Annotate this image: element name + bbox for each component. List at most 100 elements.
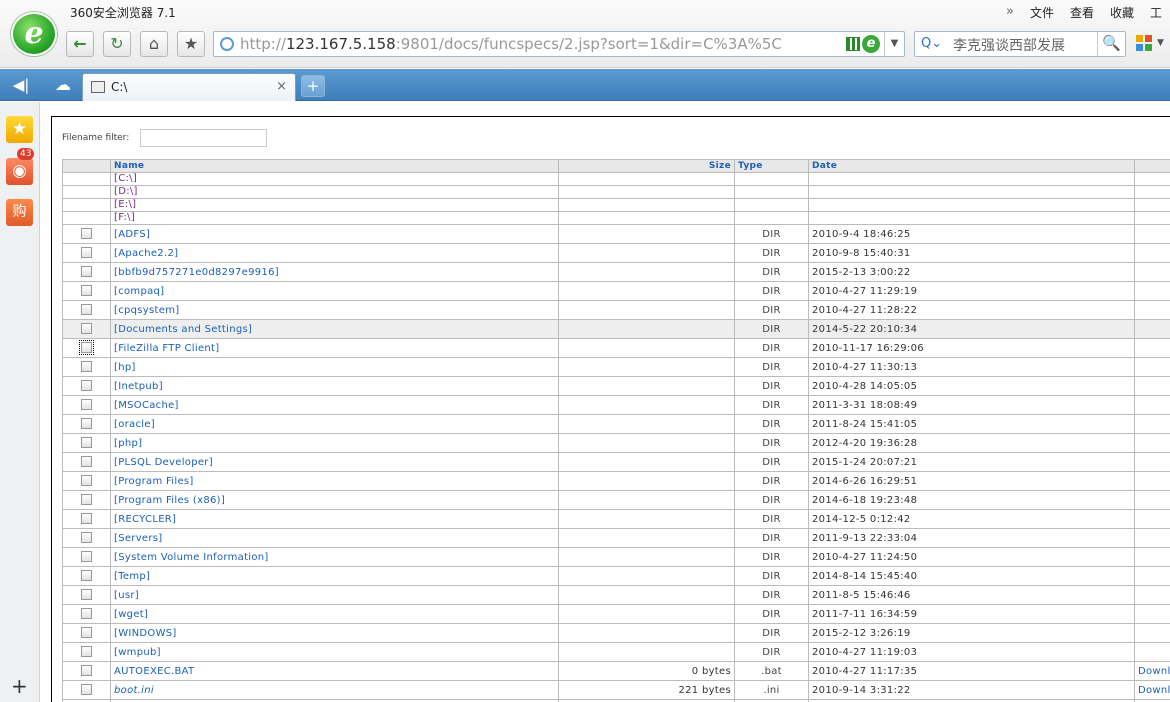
row-checkbox[interactable] [81, 418, 92, 429]
shopping-icon[interactable]: 购 [6, 199, 33, 226]
back-button[interactable]: ← [66, 31, 94, 57]
search-engine-icon[interactable]: Q⌄ [921, 36, 942, 51]
add-favorite-button[interactable]: ★ [177, 31, 205, 57]
table-row[interactable]: [Documents and Settings] DIR 2014-5-22 20:… [62, 319, 1170, 339]
drive-link[interactable]: [C:\] [114, 174, 137, 185]
table-row[interactable]: [hp] DIR 2010-4-27 11:30:13 [62, 357, 1170, 377]
home-button[interactable]: ⌂ [140, 31, 168, 57]
row-checkbox[interactable] [79, 340, 94, 355]
folder-link[interactable]: [MSOCache] [114, 400, 179, 411]
row-checkbox[interactable] [81, 456, 92, 467]
row-checkbox[interactable] [81, 494, 92, 505]
column-header-size[interactable]: Size [558, 159, 735, 173]
filter-input[interactable] [140, 129, 267, 147]
table-row[interactable]: [Temp] DIR 2014-8-14 15:45:40 [62, 566, 1170, 586]
row-checkbox[interactable] [81, 247, 92, 258]
folder-link[interactable]: [Documents and Settings] [114, 324, 252, 335]
table-row[interactable]: [FileZilla FTP Client] DIR 2010-11-17 16:2… [62, 338, 1170, 358]
ie-mode-icon[interactable]: e [862, 35, 880, 53]
table-row[interactable]: boot.ini 221 bytes .ini 2010-9-14 3:31:22 Do… [62, 680, 1170, 700]
row-checkbox[interactable] [81, 228, 92, 239]
folder-link[interactable]: [usr] [114, 590, 139, 601]
sidebar-add-icon[interactable]: + [11, 674, 28, 698]
row-checkbox[interactable] [81, 684, 92, 695]
browser-logo-icon[interactable]: e [11, 12, 57, 56]
column-header-date[interactable]: Date [808, 159, 1135, 173]
menu-tools[interactable]: 工 [1142, 4, 1170, 21]
address-url[interactable]: http://123.167.5.158:9801/docs/funcspecs… [240, 35, 782, 53]
table-row[interactable]: [ADFS] DIR 2010-9-4 18:46:25 [62, 224, 1170, 244]
file-link[interactable]: AUTOEXEC.BAT [114, 666, 194, 677]
folder-link[interactable]: [hp] [114, 362, 136, 373]
menu-file[interactable]: 文件 [1022, 4, 1062, 21]
row-checkbox[interactable] [81, 665, 92, 676]
table-row[interactable]: [php] DIR 2012-4-20 19:36:28 [62, 433, 1170, 453]
row-checkbox[interactable] [81, 475, 92, 486]
table-row[interactable]: AUTOEXEC.BAT 0 bytes .bat 2010-4-27 11:17:3… [62, 661, 1170, 681]
row-checkbox[interactable] [81, 532, 92, 543]
menu-more-icon[interactable]: » [998, 4, 1022, 21]
folder-link[interactable]: [PLSQL Developer] [114, 457, 213, 468]
folder-link[interactable]: [Inetpub] [114, 381, 163, 392]
folder-link[interactable]: [Temp] [114, 571, 150, 582]
row-checkbox[interactable] [81, 589, 92, 600]
new-tab-button[interactable]: + [301, 75, 325, 97]
table-row[interactable]: [Apache2.2] DIR 2010-9-8 15:40:31 [62, 243, 1170, 263]
row-checkbox[interactable] [81, 361, 92, 372]
table-row[interactable]: [wget] DIR 2011-7-11 16:34:59 [62, 604, 1170, 624]
table-row[interactable]: [Inetpub] DIR 2010-4-28 14:05:05 [62, 376, 1170, 396]
menu-favorites[interactable]: 收藏 [1102, 4, 1142, 21]
row-checkbox[interactable] [81, 304, 92, 315]
menu-view[interactable]: 查看 [1062, 4, 1102, 21]
table-row[interactable]: [cpqsystem] DIR 2010-4-27 11:28:22 [62, 300, 1170, 320]
search-input[interactable]: 李克强谈西部发展 [953, 35, 1065, 55]
qr-code-icon[interactable] [846, 37, 860, 51]
table-row[interactable]: [System Volume Information] DIR 2010-4-27 … [62, 547, 1170, 567]
folder-link[interactable]: [Program Files (x86)] [114, 495, 225, 506]
file-link[interactable]: boot.ini [114, 685, 154, 696]
drive-link[interactable]: [F:\] [114, 213, 135, 224]
row-checkbox[interactable] [81, 608, 92, 619]
column-header-type[interactable]: Type [734, 159, 809, 173]
row-checkbox[interactable] [81, 266, 92, 277]
row-checkbox[interactable] [81, 646, 92, 657]
row-checkbox[interactable] [81, 551, 92, 562]
table-row[interactable]: [MSOCache] DIR 2011-3-31 18:08:49 [62, 395, 1170, 415]
folder-link[interactable]: [wmpub] [114, 647, 161, 658]
table-row[interactable]: [wmpub] DIR 2010-4-27 11:19:03 [62, 642, 1170, 662]
folder-link[interactable]: [RECYCLER] [114, 514, 176, 525]
folder-link[interactable]: [cpqsystem] [114, 305, 179, 316]
sidebar-toggle-icon[interactable]: ◀| [8, 76, 34, 94]
table-row[interactable]: [WINDOWS] DIR 2015-2-12 3:26:19 [62, 623, 1170, 643]
folder-link[interactable]: [Program Files] [114, 476, 194, 487]
row-checkbox[interactable] [81, 399, 92, 410]
row-checkbox[interactable] [81, 437, 92, 448]
row-checkbox[interactable] [81, 513, 92, 524]
download-link[interactable]: Download [1138, 685, 1170, 696]
table-row[interactable]: [Program Files] DIR 2014-6-26 16:29:51 [62, 471, 1170, 491]
drive-link[interactable]: [D:\] [114, 187, 138, 198]
search-button[interactable]: 🔍 [1097, 32, 1125, 56]
folder-link[interactable]: [Servers] [114, 533, 163, 544]
folder-link[interactable]: [php] [114, 438, 142, 449]
tab-active[interactable]: C:\ × [82, 73, 296, 101]
apps-dropdown-icon[interactable]: ▼ [1157, 38, 1164, 48]
table-row[interactable]: [compaq] DIR 2010-4-27 11:29:19 [62, 281, 1170, 301]
folder-link[interactable]: [FileZilla FTP Client] [114, 343, 219, 354]
table-row[interactable]: [bbfb9d757271e0d8297e9916] DIR 2015-2-13 3… [62, 262, 1170, 282]
folder-link[interactable]: [bbfb9d757271e0d8297e9916] [114, 267, 279, 278]
refresh-button[interactable]: ↻ [103, 31, 131, 57]
folder-link[interactable]: [compaq] [114, 286, 164, 297]
table-row[interactable]: [RECYCLER] DIR 2014-12-5 0:12:42 [62, 509, 1170, 529]
folder-link[interactable]: [wget] [114, 609, 148, 620]
favorites-star-icon[interactable]: ★ [6, 116, 33, 143]
folder-link[interactable]: [oracle] [114, 419, 155, 430]
download-link[interactable]: Download [1138, 666, 1170, 677]
address-dropdown-button[interactable]: ▼ [884, 32, 904, 56]
tab-close-icon[interactable]: × [276, 79, 287, 94]
table-row[interactable]: [oracle] DIR 2011-8-24 15:41:05 [62, 414, 1170, 434]
table-row[interactable]: [usr] DIR 2011-8-5 15:46:46 [62, 585, 1170, 605]
folder-link[interactable]: [ADFS] [114, 229, 150, 240]
column-header-name[interactable]: Name [110, 159, 559, 173]
row-checkbox[interactable] [81, 627, 92, 638]
